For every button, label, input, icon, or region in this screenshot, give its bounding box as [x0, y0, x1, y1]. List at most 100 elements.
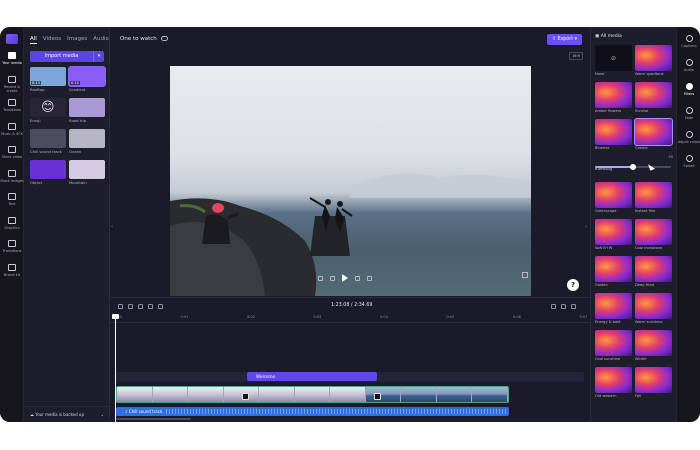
rail-item-captions[interactable]: Captions: [677, 33, 700, 55]
filter-item[interactable]: Old western: [595, 367, 632, 398]
filter-item[interactable]: Sunrise: [635, 82, 672, 113]
collapse-left-panel-icon[interactable]: ‹: [111, 224, 113, 230]
import-media-button[interactable]: Import media ▾: [30, 51, 104, 62]
zoom-in-icon[interactable]: [551, 304, 556, 309]
filter-item[interactable]: Cool sunshine: [595, 330, 632, 361]
rail-item-label: Fade: [684, 116, 694, 120]
undo-icon[interactable]: [118, 304, 123, 309]
filter-item[interactable]: ⊘ None: [595, 45, 632, 76]
project-title[interactable]: One to watch: [120, 36, 157, 42]
rail-item-templates[interactable]: Templates: [0, 96, 24, 118]
play-icon[interactable]: [342, 274, 348, 282]
delete-icon[interactable]: [148, 304, 153, 309]
filter-item[interactable]: Fall: [635, 367, 672, 398]
rail-item-label: Filters: [683, 92, 695, 96]
duplicate-icon[interactable]: [158, 304, 163, 309]
ruler-tick: 0:04: [380, 315, 388, 319]
collapse-right-panel-icon[interactable]: ›: [585, 224, 587, 230]
media-item[interactable]: 0:13 Rooftop: [30, 67, 66, 92]
rail-item-filters[interactable]: Filters: [677, 81, 700, 103]
forward-icon[interactable]: [355, 275, 360, 281]
filter-item[interactable]: Warm quadtone: [635, 45, 672, 76]
media-item[interactable]: 😊 Emoji: [30, 98, 66, 123]
rail-item-speed[interactable]: Speed: [677, 153, 700, 175]
rail-item-adjust-colors[interactable]: Adjust colors: [677, 129, 700, 151]
filter-label: Cool monotone: [635, 246, 663, 250]
fit-timeline-icon[interactable]: [571, 304, 576, 309]
filter-thumbnail: [635, 182, 672, 208]
camera-icon: [8, 75, 16, 83]
rail-item-fade[interactable]: Fade: [677, 105, 700, 127]
video-icon: [8, 146, 16, 153]
rail-item-label: Audio: [684, 68, 694, 72]
speed-icon: [685, 155, 693, 162]
skip-forward-icon[interactable]: [367, 275, 372, 281]
media-item[interactable]: Chill sound track: [30, 129, 66, 154]
intensity-knob[interactable]: [630, 164, 636, 170]
rail-item-record-create[interactable]: Record & create: [0, 73, 24, 95]
filter-item[interactable]: Instant film: [635, 182, 672, 213]
video-frame: [259, 387, 295, 402]
filter-item[interactable]: Deep fried: [635, 256, 672, 287]
rail-item-stock-images[interactable]: Stock images: [0, 167, 24, 189]
rail-item-graphics[interactable]: Graphics: [0, 214, 24, 236]
emoji-icon: 😊: [41, 100, 55, 115]
cloud-sync-icon[interactable]: [161, 36, 168, 41]
rail-item-your-media[interactable]: Your media: [0, 49, 24, 71]
rewind-icon[interactable]: [330, 275, 335, 281]
video-preview[interactable]: [170, 66, 531, 296]
playhead[interactable]: [112, 314, 119, 422]
tab-images[interactable]: Images: [67, 36, 87, 44]
media-item[interactable]: Object: [30, 160, 66, 185]
intensity-slider[interactable]: [595, 164, 671, 170]
zoom-out-icon[interactable]: [561, 304, 566, 309]
filter-item[interactable]: Golden: [595, 256, 632, 287]
transition-icon[interactable]: [242, 393, 249, 400]
chevron-down-icon[interactable]: ▾: [94, 51, 104, 62]
text-clip[interactable]: Welcome: [247, 372, 377, 381]
export-button[interactable]: ⇪ Export ▾: [547, 34, 582, 45]
filter-item[interactable]: Warm sunshine: [635, 293, 672, 324]
tab-all[interactable]: All: [30, 36, 37, 44]
timeline-scrollbar[interactable]: [116, 418, 191, 420]
filter-item[interactable]: Winter: [635, 330, 672, 361]
filter-item[interactable]: Cool monotone: [635, 219, 672, 250]
media-item[interactable]: Mountain: [69, 160, 105, 185]
aspect-ratio-button[interactable]: 16:9: [569, 52, 583, 60]
redo-icon[interactable]: [128, 304, 133, 309]
filter-item[interactable]: Bluerise: [595, 119, 632, 150]
rail-item-transitions[interactable]: Transitions: [0, 237, 24, 259]
app-logo-icon[interactable]: [6, 34, 18, 44]
rail-item-music-sfx[interactable]: Music & SFX: [0, 120, 24, 142]
rail-item-stock-video[interactable]: Stock video: [0, 143, 24, 165]
transition-icon[interactable]: [374, 393, 381, 400]
tab-audio[interactable]: Audio: [93, 36, 109, 44]
video-frame: [330, 387, 366, 402]
backup-status[interactable]: ☁ Your media is backed up ⌄: [24, 406, 110, 422]
skip-back-icon[interactable]: [318, 275, 323, 281]
chevron-down-icon: ▾: [574, 37, 578, 42]
timecode: 1:23.08 / 2:34.69: [331, 303, 373, 308]
audio-clip[interactable]: ♪ Chill sound track: [116, 407, 509, 416]
filter-item[interactable]: Amber flowers: [595, 82, 632, 113]
rail-item-text[interactable]: Text: [0, 190, 24, 212]
tab-videos[interactable]: Videos: [43, 36, 61, 44]
import-media-label[interactable]: Import media: [30, 51, 94, 62]
ruler-tick: 0:02: [247, 315, 255, 319]
video-clip-track[interactable]: [116, 386, 509, 403]
media-item[interactable]: 0:10 Gradient: [68, 66, 106, 92]
media-item[interactable]: Road trip: [69, 98, 105, 123]
chevron-down-icon[interactable]: ⌄: [101, 407, 104, 422]
fullscreen-icon[interactable]: [522, 272, 528, 278]
rail-item-label: Text: [8, 202, 16, 206]
media-item[interactable]: Ocean: [69, 129, 105, 154]
rail-item-audio[interactable]: Audio: [677, 57, 700, 79]
filter-item[interactable]: Soft B+W: [595, 219, 632, 250]
timeline-ruler[interactable]: 0:000:010:020:030:040:050:060:07: [110, 315, 590, 323]
filter-item[interactable]: Greenscape: [595, 182, 632, 213]
filter-item[interactable]: Cosmic: [634, 118, 673, 150]
rail-item-brand-kit[interactable]: Brand kit: [0, 261, 24, 283]
help-button[interactable]: ?: [567, 279, 579, 291]
split-icon[interactable]: [138, 304, 143, 309]
filter-item[interactable]: Energy & bold: [595, 293, 632, 324]
